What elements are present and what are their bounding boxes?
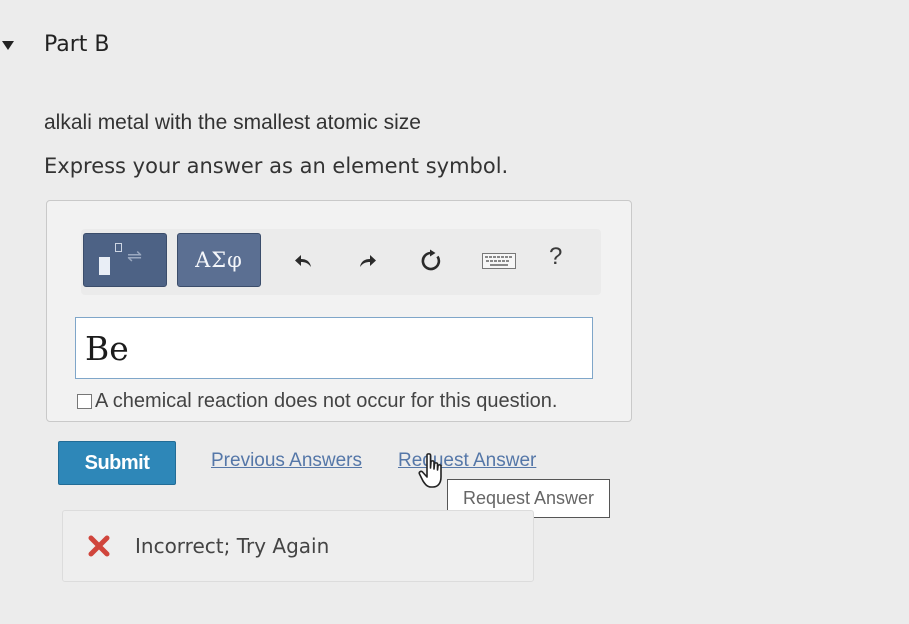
answer-panel: ⇌ ΑΣφ ? Be A chemical reaction does not … [46, 200, 632, 422]
answer-input[interactable] [75, 317, 593, 379]
previous-answers-link[interactable]: Previous Answers [211, 450, 362, 472]
feedback-box: Incorrect; Try Again [62, 510, 534, 582]
reset-icon [421, 249, 441, 271]
keyboard-button[interactable] [479, 245, 519, 277]
undo-button[interactable] [288, 245, 320, 277]
hand-cursor-icon [418, 453, 442, 488]
no-reaction-label: A chemical reaction does not occur for t… [95, 389, 558, 412]
math-toolbar: ⇌ ΑΣφ ? [81, 229, 601, 295]
undo-icon [295, 255, 311, 267]
reset-button[interactable] [415, 245, 447, 277]
templates-icon [99, 257, 110, 275]
no-reaction-option[interactable]: A chemical reaction does not occur for t… [77, 387, 557, 415]
submit-button[interactable]: Submit [58, 441, 176, 485]
x-icon [88, 535, 110, 557]
collapse-arrow-icon[interactable] [2, 41, 14, 50]
no-reaction-checkbox[interactable] [77, 393, 92, 409]
answer-instruction: Express your answer as an element symbol… [44, 154, 509, 178]
greek-symbols-button[interactable]: ΑΣφ [177, 233, 261, 287]
part-title: Part B [44, 32, 110, 57]
templates-button[interactable]: ⇌ [83, 233, 167, 287]
help-button[interactable]: ? [549, 243, 562, 271]
redo-icon [360, 255, 376, 267]
question-prompt: alkali metal with the smallest atomic si… [44, 111, 421, 134]
keyboard-icon [482, 253, 516, 269]
feedback-message: Incorrect; Try Again [135, 534, 330, 558]
redo-button[interactable] [351, 245, 383, 277]
